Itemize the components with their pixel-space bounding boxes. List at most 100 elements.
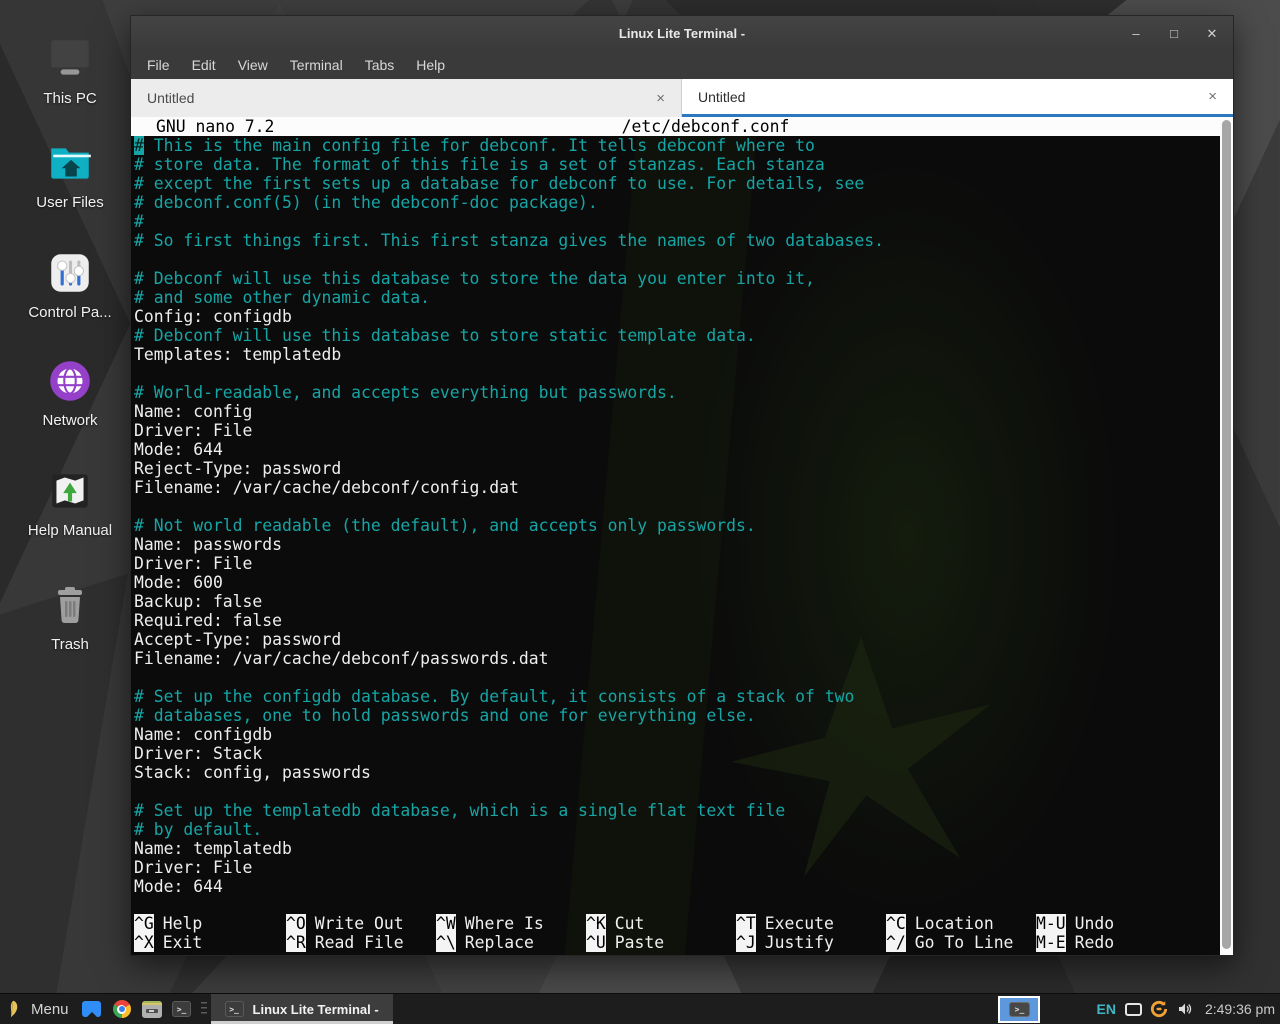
scrollbar[interactable] (1220, 117, 1233, 955)
desktop-icon-trash[interactable]: Trash (0, 580, 140, 653)
desktop-icon-user-files[interactable]: User Files (0, 138, 140, 211)
menu-view[interactable]: View (238, 57, 268, 73)
workspace-pager[interactable]: >_ (998, 996, 1040, 1023)
nano-line: # Not world readable (the default), and … (134, 516, 1217, 535)
nano-line: Driver: Stack (134, 744, 1217, 763)
nano-line: # Debconf will use this database to stor… (134, 326, 1217, 345)
terminal-icon: >_ (225, 1001, 244, 1017)
desktop-icon-control-panel[interactable]: Control Pa... (0, 248, 140, 321)
shortcut-label: Cut (615, 914, 645, 933)
window-controls: – □ ✕ (1129, 16, 1219, 51)
menu-button[interactable]: Menu (0, 994, 77, 1024)
tab-close-icon[interactable]: × (656, 90, 665, 107)
shortcut-location: ^CLocation (886, 914, 1036, 933)
shortcut-label: Where Is (465, 914, 544, 933)
nano-line: # (134, 212, 1217, 231)
task-button-terminal[interactable]: >_ Linux Lite Terminal - (211, 994, 393, 1024)
maximize-button[interactable]: □ (1167, 26, 1181, 41)
nano-line: Config: configdb (134, 307, 1217, 326)
shortcut-cut: ^KCut (586, 914, 736, 933)
shortcut-key: M-U (1036, 914, 1066, 933)
nano-buffer: # This is the main config file for debco… (134, 136, 1217, 896)
nano-line: Name: configdb (134, 725, 1217, 744)
terminal-window: Linux Lite Terminal - – □ ✕ File Edit Vi… (130, 15, 1234, 956)
nano-line: Driver: File (134, 858, 1217, 877)
file-manager-icon (142, 1001, 162, 1018)
shortcut-justify: ^JJustify (736, 933, 886, 952)
nano-line: # Debconf will use this database to stor… (134, 269, 1217, 288)
nano-line: Driver: File (134, 554, 1217, 573)
shortcut-label: Go To Line (915, 933, 1014, 952)
shortcut-key: ^\ (436, 933, 456, 952)
nano-cursor: # (134, 136, 144, 155)
shortcut-key: ^O (286, 914, 306, 933)
terminal-view[interactable]: GNU nano 7.2 /etc/debconf.conf # This is… (131, 117, 1233, 955)
nano-line: # Set up the templatedb database, which … (134, 801, 1217, 820)
display-tray-icon[interactable] (1125, 1003, 1142, 1016)
launcher-file-manager[interactable] (137, 994, 167, 1024)
shortcut-redo: M-ERedo (1036, 933, 1217, 952)
shortcut-label: Replace (465, 933, 534, 952)
desktop-icon-label: Help Manual (28, 522, 112, 539)
menu-button-label: Menu (31, 1001, 69, 1018)
menu-edit[interactable]: Edit (192, 57, 216, 73)
nano-line: # by default. (134, 820, 1217, 839)
menu-terminal[interactable]: Terminal (290, 57, 343, 73)
shortcut-label: Read File (315, 933, 404, 952)
desktop-icon-this-pc[interactable]: This PC (0, 34, 140, 107)
tab-close-icon[interactable]: × (1208, 88, 1217, 105)
trash-icon (45, 580, 95, 630)
desktop-icon-label: Network (42, 412, 97, 429)
keyboard-layout-indicator[interactable]: EN (1096, 1001, 1115, 1017)
shortcut-label: Justify (765, 933, 834, 952)
tab-label: Untitled (147, 90, 194, 106)
nano-line: Filename: /var/cache/debconf/config.dat (134, 478, 1217, 497)
close-button[interactable]: ✕ (1205, 26, 1219, 42)
taskbar-separator (201, 1002, 207, 1016)
nano-line: # So first things first. This first stan… (134, 231, 1217, 250)
clock[interactable]: 2:49:36 pm (1205, 1001, 1275, 1017)
minimize-button[interactable]: – (1129, 26, 1143, 41)
shortcut-read-file: ^RRead File (286, 933, 436, 952)
home-folder-icon (45, 138, 95, 188)
shortcut-label: Location (915, 914, 994, 933)
nano-line (134, 364, 1217, 383)
desktop-icon-label: Control Pa... (28, 304, 111, 321)
update-tray-icon[interactable] (1149, 999, 1169, 1019)
taskbar-left: Menu >_ >_ Linux Lite Terminal - (0, 994, 393, 1024)
desktop-icon-network[interactable]: Network (0, 356, 140, 429)
desktop-icon-help-manual[interactable]: Help Manual (0, 466, 140, 539)
shortcut-key: ^/ (886, 933, 906, 952)
nano-line: # databases, one to hold passwords and o… (134, 706, 1217, 725)
volume-tray-icon[interactable] (1176, 1001, 1194, 1017)
menu-help[interactable]: Help (416, 57, 445, 73)
computer-icon (45, 34, 95, 84)
globe-icon (45, 356, 95, 406)
nano-line: Templates: templatedb (134, 345, 1217, 364)
shortcut-key: ^X (134, 933, 154, 952)
launcher-browser[interactable] (107, 994, 137, 1024)
nano-line: # and some other dynamic data. (134, 288, 1217, 307)
nano-line (134, 497, 1217, 516)
desktop-icon-label: This PC (43, 90, 96, 107)
nano-line: # debconf.conf(5) (in the debconf-doc pa… (134, 193, 1217, 212)
menu-tabs[interactable]: Tabs (365, 57, 395, 73)
nano-line: Mode: 644 (134, 877, 1217, 896)
tab-bar: Untitled × Untitled × (131, 79, 1233, 117)
titlebar[interactable]: Linux Lite Terminal - – □ ✕ (131, 16, 1233, 51)
shortcut-write-out: ^OWrite Out (286, 914, 436, 933)
tab-untitled-1[interactable]: Untitled × (131, 79, 682, 117)
nano-line: Name: templatedb (134, 839, 1217, 858)
nano-line: Name: passwords (134, 535, 1217, 554)
nano-line: Mode: 600 (134, 573, 1217, 592)
desktop-pager-icon (82, 1001, 101, 1017)
manual-map-icon (45, 466, 95, 516)
launcher-terminal[interactable]: >_ (167, 994, 197, 1024)
scrollbar-thumb[interactable] (1222, 120, 1231, 949)
nano-line: # except the first sets up a database fo… (134, 174, 1217, 193)
menu-file[interactable]: File (147, 57, 170, 73)
taskbar-tray: >_ EN 2:49:36 pm (998, 994, 1280, 1024)
shortcut-key: ^T (736, 914, 756, 933)
launcher-desktop[interactable] (77, 994, 107, 1024)
tab-untitled-2[interactable]: Untitled × (682, 79, 1233, 117)
